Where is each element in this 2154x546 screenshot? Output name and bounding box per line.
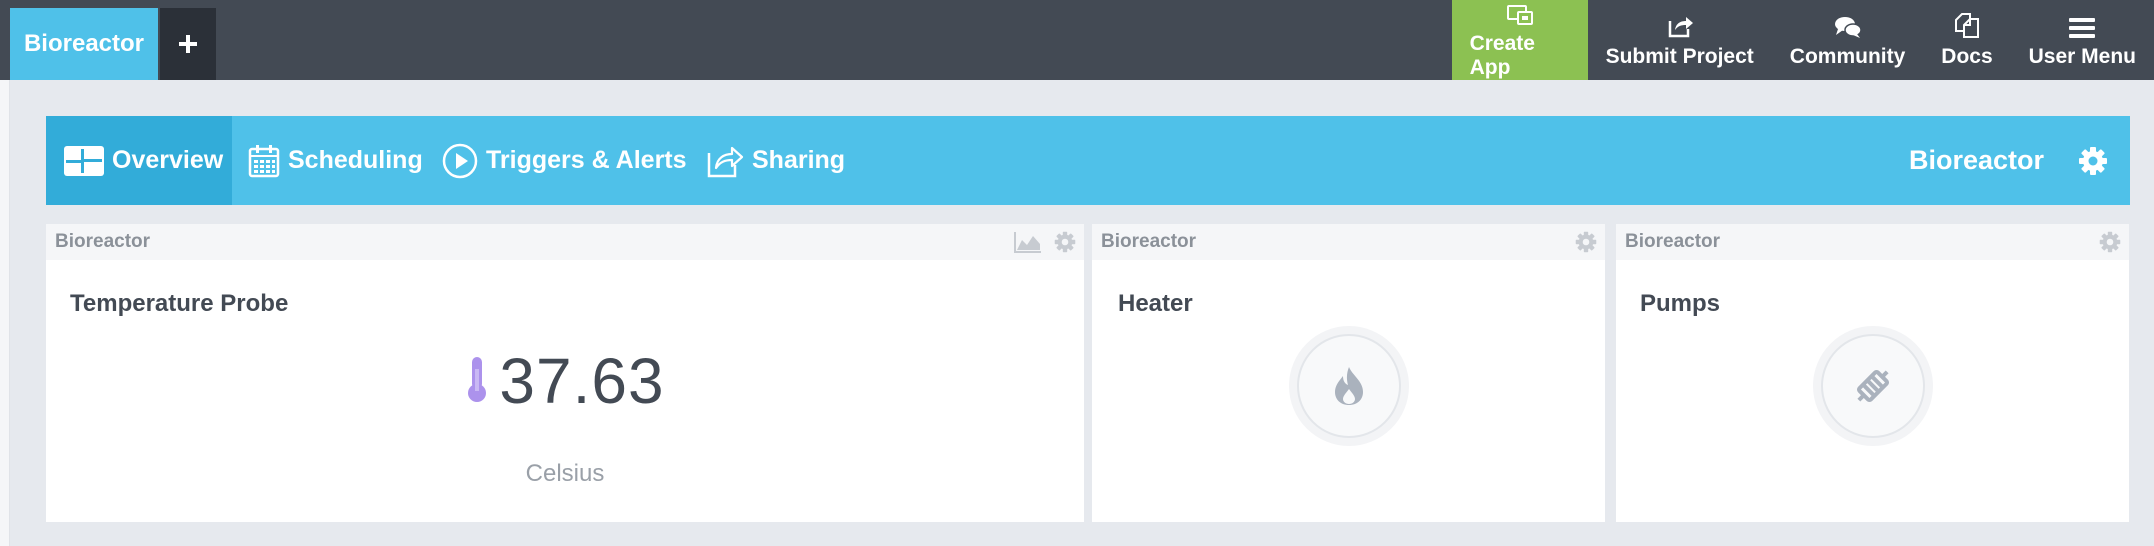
create-app-button[interactable]: Create App [1451,0,1588,80]
card-header: Bioreactor [1616,224,2129,260]
tab-sharing-label: Sharing [752,146,846,174]
top-bar: Bioreactor Create App Submit Project Com… [0,0,2154,80]
plus-icon [179,35,197,53]
community-label: Community [1789,45,1906,68]
hamburger-icon [2069,11,2096,39]
docs-button[interactable]: Docs [1923,0,2010,80]
create-app-label: Create App [1469,32,1535,79]
dashboard-header: Overview Scheduling Triggers & Alerts Sh… [46,116,2130,205]
card-title: Pumps [1640,290,1721,317]
top-nav: Create App Submit Project Community Docs… [1451,0,2154,80]
add-tab-button[interactable] [160,8,216,80]
calendar-icon [248,144,280,178]
card-title: Heater [1118,290,1193,317]
dashboard-settings-button[interactable] [2078,146,2108,181]
gear-icon[interactable] [1054,231,1076,259]
submit-project-label: Submit Project [1605,45,1754,68]
card-header: Bioreactor [46,224,1084,260]
tab-overview-label: Overview [112,146,224,174]
card-device-label: Bioreactor [1625,231,1721,252]
tab-scheduling-label: Scheduling [288,146,423,174]
pumps-card: Bioreactor Pumps [1616,224,2129,522]
tab-triggers-alerts[interactable]: Triggers & Alerts [442,116,687,205]
dashboard-grid-icon [64,145,104,176]
play-circle-icon [442,143,478,179]
docs-icon [1953,11,1981,39]
app-tab-label: Bioreactor [23,30,145,57]
thermometer-icon [465,355,489,408]
pumps-toggle-button[interactable] [1813,326,1933,446]
dashboard-title: Bioreactor [1908,145,2044,175]
card-device-label: Bioreactor [55,231,151,252]
card-title: Temperature Probe [70,290,289,317]
share-icon [706,143,744,179]
pump-icon [1856,369,1890,403]
tab-scheduling[interactable]: Scheduling [248,116,423,205]
card-header: Bioreactor [1092,224,1605,260]
share-icon [1666,11,1694,39]
left-sidebar-edge [0,80,10,546]
gear-icon[interactable] [1575,231,1597,259]
area-chart-icon[interactable] [1014,231,1042,259]
chat-bubbles-icon [1834,11,1862,39]
heater-toggle-button[interactable] [1289,326,1409,446]
user-menu-label: User Menu [2028,45,2136,68]
tab-overview[interactable]: Overview [46,116,232,205]
temperature-readout: 37.63 [46,344,1084,418]
app-tab-bioreactor[interactable]: Bioreactor [10,8,158,80]
docs-label: Docs [1941,45,1993,68]
flame-icon [1335,367,1363,405]
gear-icon [2079,147,2107,175]
community-button[interactable]: Community [1772,0,1924,80]
heater-card: Bioreactor Heater [1092,224,1605,522]
tab-triggers-label: Triggers & Alerts [486,146,687,174]
temperature-value: 37.63 [499,345,665,417]
submit-project-button[interactable]: Submit Project [1588,0,1772,80]
temperature-probe-card: Bioreactor Temperature Probe 37.63 Celsi… [46,224,1084,522]
tab-sharing[interactable]: Sharing [706,116,845,205]
card-device-label: Bioreactor [1101,231,1197,252]
gear-icon[interactable] [2099,231,2121,259]
temperature-unit: Celsius [525,460,605,487]
user-menu-button[interactable]: User Menu [2011,0,2154,80]
create-app-icon [1506,0,1534,26]
